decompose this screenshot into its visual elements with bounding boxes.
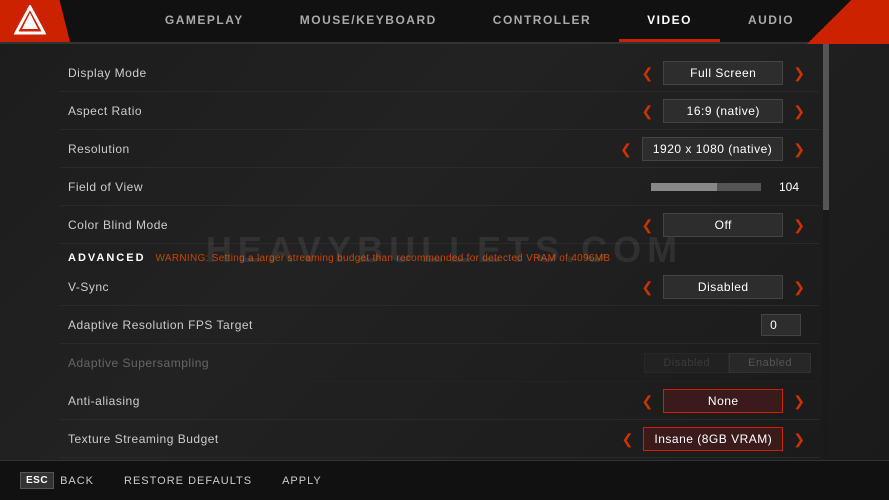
top-accent bbox=[769, 0, 889, 44]
aspect-ratio-row: Aspect Ratio ❮ 16:9 (native) ❯ bbox=[60, 92, 819, 130]
vsync-prev[interactable]: ❮ bbox=[636, 278, 660, 296]
aspect-ratio-control: ❮ 16:9 (native) ❯ bbox=[636, 99, 811, 123]
fov-label: Field of View bbox=[68, 180, 651, 194]
back-label: Back bbox=[60, 475, 94, 487]
anti-aliasing-row: Anti-aliasing ❮ None ❯ bbox=[60, 382, 819, 420]
aspect-ratio-label: Aspect Ratio bbox=[68, 104, 636, 118]
anti-aliasing-label: Anti-aliasing bbox=[68, 394, 636, 408]
color-blind-label: Color Blind Mode bbox=[68, 218, 636, 232]
adaptive-supersampling-control: Disabled Enabled bbox=[644, 353, 811, 373]
vsync-control: ❮ Disabled ❯ bbox=[636, 275, 811, 299]
scroll-thumb bbox=[823, 44, 829, 210]
supersampling-enabled-btn[interactable]: Enabled bbox=[729, 353, 811, 373]
nav-tabs: GAMEPLAY MOUSE/KEYBOARD CONTROLLER VIDEO… bbox=[70, 1, 889, 42]
supersampling-disabled-btn[interactable]: Disabled bbox=[644, 353, 729, 373]
adaptive-supersampling-row: Adaptive Supersampling Disabled Enabled bbox=[60, 344, 819, 382]
tab-controller[interactable]: CONTROLLER bbox=[465, 1, 619, 42]
adaptive-supersampling-label: Adaptive Supersampling bbox=[68, 356, 644, 370]
color-blind-control: ❮ Off ❯ bbox=[636, 213, 811, 237]
adaptive-fps-row: Adaptive Resolution FPS Target bbox=[60, 306, 819, 344]
advanced-warning: WARNING: Setting a larger streaming budg… bbox=[156, 253, 611, 264]
texture-streaming-value: Insane (8GB VRAM) bbox=[643, 427, 783, 451]
tab-gameplay[interactable]: GAMEPLAY bbox=[137, 1, 272, 42]
color-blind-row: Color Blind Mode ❮ Off ❯ bbox=[60, 206, 819, 244]
texture-streaming-prev[interactable]: ❮ bbox=[616, 430, 640, 448]
texture-streaming-next[interactable]: ❯ bbox=[787, 430, 811, 448]
vsync-row: V-Sync ❮ Disabled ❯ bbox=[60, 268, 819, 306]
apply-label: Apply bbox=[282, 475, 322, 487]
resolution-label: Resolution bbox=[68, 142, 614, 156]
restore-defaults-label: Restore Defaults bbox=[124, 475, 252, 487]
apex-logo bbox=[14, 5, 46, 37]
display-mode-label: Display Mode bbox=[68, 66, 636, 80]
color-blind-next[interactable]: ❯ bbox=[787, 216, 811, 234]
top-nav: GAMEPLAY MOUSE/KEYBOARD CONTROLLER VIDEO… bbox=[0, 0, 889, 44]
aspect-ratio-next[interactable]: ❯ bbox=[787, 102, 811, 120]
display-mode-value: Full Screen bbox=[663, 61, 783, 85]
anti-aliasing-next[interactable]: ❯ bbox=[787, 392, 811, 410]
vsync-next[interactable]: ❯ bbox=[787, 278, 811, 296]
advanced-header: ADVANCED WARNING: Setting a larger strea… bbox=[60, 244, 819, 268]
color-blind-prev[interactable]: ❮ bbox=[636, 216, 660, 234]
tab-mouse-keyboard[interactable]: MOUSE/KEYBOARD bbox=[272, 1, 465, 42]
resolution-value: 1920 x 1080 (native) bbox=[642, 137, 783, 161]
logo-area bbox=[0, 0, 70, 42]
anti-aliasing-control: ❮ None ❯ bbox=[636, 389, 811, 413]
settings-panel: Display Mode ❮ Full Screen ❯ Aspect Rati… bbox=[60, 44, 819, 460]
bottom-bar: ESC Back Restore Defaults Apply bbox=[0, 460, 889, 500]
fov-control: 104 bbox=[651, 180, 811, 194]
advanced-label: ADVANCED bbox=[68, 252, 146, 264]
display-mode-prev[interactable]: ❮ bbox=[636, 64, 660, 82]
color-blind-value: Off bbox=[663, 213, 783, 237]
adaptive-fps-label: Adaptive Resolution FPS Target bbox=[68, 318, 651, 332]
esc-key: ESC bbox=[20, 472, 54, 489]
scroll-indicator[interactable] bbox=[823, 44, 829, 460]
display-mode-row: Display Mode ❮ Full Screen ❯ bbox=[60, 54, 819, 92]
texture-streaming-label: Texture Streaming Budget bbox=[68, 432, 616, 446]
fov-row: Field of View 104 bbox=[60, 168, 819, 206]
resolution-next[interactable]: ❯ bbox=[787, 140, 811, 158]
texture-streaming-row: Texture Streaming Budget ❮ Insane (8GB V… bbox=[60, 420, 819, 458]
adaptive-fps-control bbox=[651, 314, 811, 336]
back-button[interactable]: ESC Back bbox=[20, 472, 94, 489]
fov-value: 104 bbox=[769, 180, 799, 194]
resolution-row: Resolution ❮ 1920 x 1080 (native) ❯ bbox=[60, 130, 819, 168]
display-mode-control: ❮ Full Screen ❯ bbox=[636, 61, 811, 85]
resolution-control: ❮ 1920 x 1080 (native) ❯ bbox=[614, 137, 811, 161]
anti-aliasing-prev[interactable]: ❮ bbox=[636, 392, 660, 410]
aspect-ratio-prev[interactable]: ❮ bbox=[636, 102, 660, 120]
texture-streaming-control: ❮ Insane (8GB VRAM) ❯ bbox=[616, 427, 811, 451]
resolution-prev[interactable]: ❮ bbox=[614, 140, 638, 158]
fov-slider[interactable] bbox=[651, 183, 761, 191]
tab-video[interactable]: VIDEO bbox=[619, 1, 720, 42]
vsync-value: Disabled bbox=[663, 275, 783, 299]
anti-aliasing-value: None bbox=[663, 389, 783, 413]
aspect-ratio-value: 16:9 (native) bbox=[663, 99, 783, 123]
main-content: Display Mode ❮ Full Screen ❯ Aspect Rati… bbox=[0, 44, 889, 460]
fov-slider-fill bbox=[651, 183, 717, 191]
display-mode-next[interactable]: ❯ bbox=[787, 64, 811, 82]
restore-defaults-button[interactable]: Restore Defaults bbox=[124, 475, 252, 487]
apply-button[interactable]: Apply bbox=[282, 475, 322, 487]
vsync-label: V-Sync bbox=[68, 280, 636, 294]
adaptive-fps-input[interactable] bbox=[761, 314, 801, 336]
